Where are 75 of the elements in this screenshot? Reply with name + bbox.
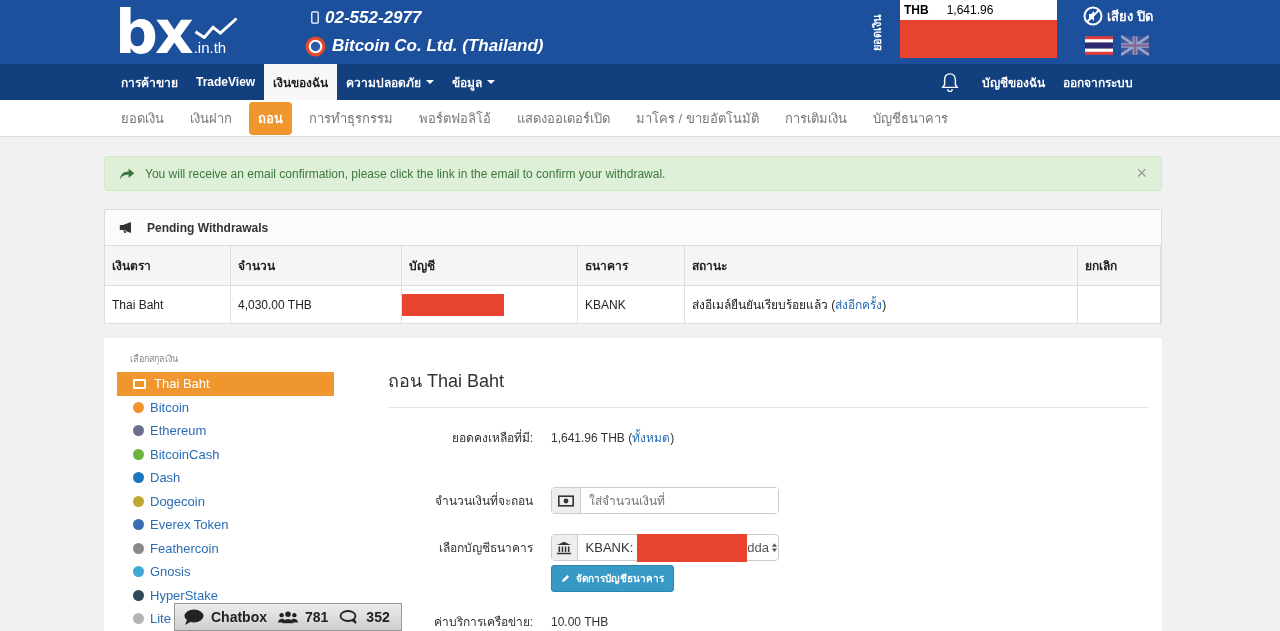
column-header: ยกเลิก	[1077, 246, 1161, 286]
arrow-icon	[119, 166, 135, 181]
subnav-tab[interactable]: บัญชีธนาคาร	[863, 101, 957, 135]
fee-value: 10.00 THB	[551, 614, 609, 629]
select-value: dda	[747, 540, 769, 555]
subnav-tab[interactable]: เงินฝาก	[181, 101, 241, 135]
field-label: ยอดคงเหลือที่มี:	[450, 428, 533, 447]
table-cell: KBANK	[577, 285, 685, 323]
message-count: 352	[366, 609, 390, 625]
subnav-tab[interactable]: พอร์ตฟอลิโอ้	[410, 101, 500, 135]
column-header: จำนวน	[230, 246, 402, 286]
balance-value: 1,641.96	[946, 3, 994, 17]
currency-item[interactable]: Lite	[117, 607, 171, 631]
comments-icon	[339, 609, 360, 625]
nav-tab[interactable]: ความปลอดภัย	[337, 64, 444, 100]
status-text: ส่งอีเมล์ยืนยันเรียบร้อยแล้ว (ส่งอีกครั้ง)	[692, 298, 887, 312]
sort-arrows-icon	[771, 542, 778, 553]
users-icon	[278, 609, 298, 625]
table-cell: 4,030.00 THB	[230, 285, 402, 323]
subnav-tab[interactable]: การเติมเงิน	[775, 101, 856, 135]
all-link[interactable]: ทั้งหมด	[632, 431, 671, 445]
nav-link[interactable]: ออกจากระบบ	[1054, 64, 1142, 100]
balance-label: ยอดเงิน	[870, 13, 884, 51]
form-title: ถอน Thai Baht	[388, 366, 1149, 408]
field-label: เลือกบัญชีธนาคาร	[438, 540, 533, 557]
resend-link[interactable]: ส่งอีกครั้ง	[835, 298, 883, 312]
nav-tab[interactable]: การค้าขาย	[112, 64, 187, 100]
column-header: บัญชี	[401, 246, 578, 286]
column-header: สถานะ	[684, 246, 1078, 286]
currency-item[interactable]: BitcoinCash	[117, 442, 220, 466]
phone-icon	[311, 11, 319, 24]
currency-item[interactable]: Ethereum	[117, 419, 207, 443]
currency-item[interactable]: Gnosis	[117, 560, 191, 584]
subnav-tab[interactable]: การทำธุรกรรม	[300, 101, 402, 135]
bank-icon	[556, 540, 573, 555]
logo[interactable]: bx.in.th	[115, 4, 300, 60]
sound-toggle[interactable]: เสียง ปิด	[1083, 5, 1153, 27]
field-label: ค่าบริการเครือข่าย:	[432, 614, 533, 631]
currency-item[interactable]: Dash	[117, 466, 181, 490]
subnav-tab[interactable]: มาโคร / ขายอัตโนมัติ	[627, 101, 768, 135]
chatbox-title: Chatbox	[211, 609, 267, 625]
bell-icon[interactable]	[941, 72, 959, 92]
sound-off-icon	[1083, 6, 1103, 26]
currency-item[interactable]: Everex Token	[117, 513, 229, 537]
company-name: Bitcoin Co. Ltd. (Thailand)	[332, 36, 544, 56]
user-count: 781	[305, 609, 329, 625]
currency-code: THB	[904, 3, 929, 17]
manage-bank-button[interactable]: จัดการบัญชีธนาคาร	[551, 565, 674, 592]
chatbox-bar[interactable]: Chatbox 781 352	[174, 603, 402, 631]
nav-tab[interactable]: TradeView	[187, 64, 265, 100]
bank-select[interactable]: KBANK: dda	[551, 534, 779, 561]
column-header: ธนาคาร	[577, 246, 685, 286]
sidebar-heading: เลือกสกุลเงิน	[130, 353, 179, 366]
pencil-icon	[561, 574, 570, 583]
phone-number: 02-552-2977	[325, 7, 422, 28]
currency-item[interactable]: Bitcoin	[117, 395, 190, 419]
nav-tab[interactable]: เงินของฉัน	[264, 64, 338, 100]
currency-item[interactable]: Feathercoin	[117, 536, 219, 560]
balance-text: 1,641.96 THB (ทั้งหมด)	[551, 428, 675, 447]
table-cell: Thai Baht	[105, 285, 231, 323]
subnav-tab[interactable]: ยอดเงิน	[112, 101, 173, 135]
select-value: KBANK:	[585, 540, 634, 555]
chart-line-icon	[193, 17, 238, 39]
alert-message: You will receive an email confirmation, please click the link in the email to confirm your withdrawal.	[145, 166, 666, 181]
panel-title: Pending Withdrawals	[147, 220, 269, 235]
currency-item[interactable]: Dogecoin	[117, 489, 205, 513]
bitcoin-logo-icon	[305, 35, 326, 57]
nav-tab[interactable]: ข้อมูล	[443, 64, 505, 100]
banknote-icon	[558, 493, 574, 508]
amount-field[interactable]: ใส่จำนวนเงินที่	[551, 487, 779, 514]
field-label: จำนวนเงินที่จะถอน	[434, 491, 533, 510]
nav-link[interactable]: บัญชีของฉัน	[973, 64, 1054, 100]
subnav-tab[interactable]: แสดงออเดอร์เปิด	[508, 101, 619, 135]
column-header: เงินตรา	[105, 246, 231, 286]
speech-bubble-icon	[184, 609, 204, 625]
